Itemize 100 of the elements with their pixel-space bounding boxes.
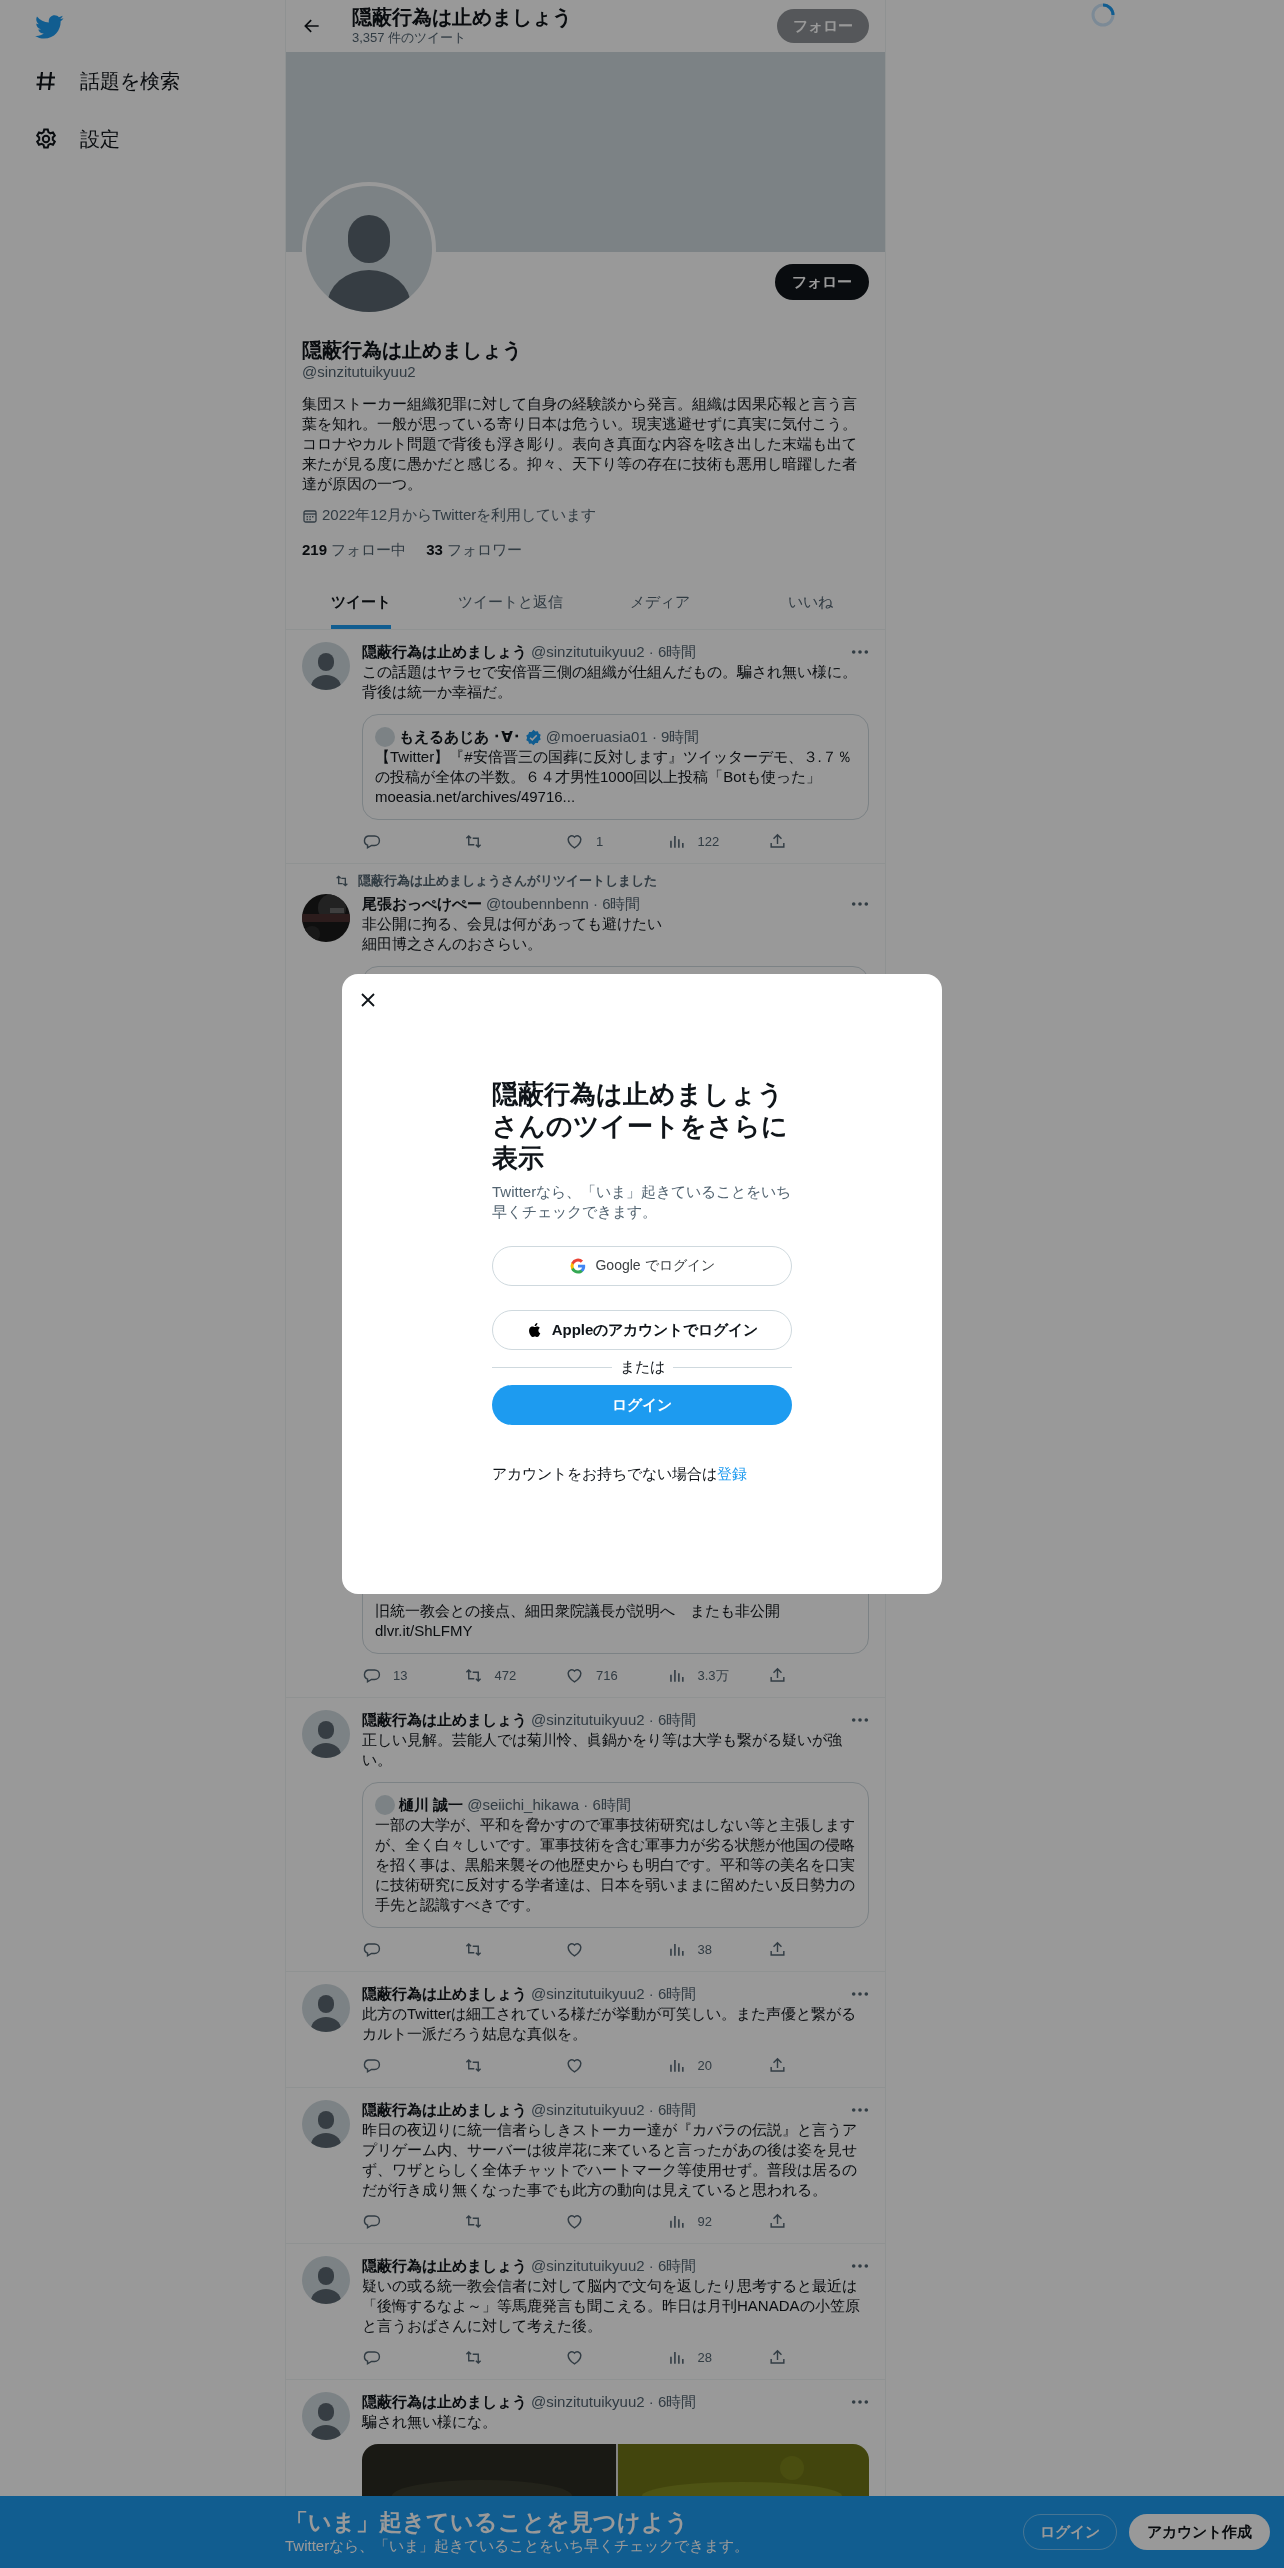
retweet-icon[interactable] xyxy=(463,2056,483,2075)
quoted-text: 一部の大学が、平和を脅かすので軍事技術研究はしない等と主張しますが、全く白々しいです。軍事技術を含む軍事力が劣る状態が他国の侵略を招く事は、黒船来襲その他歴史からも明白です。平和等の美名を口実に技術研究に反対する学者達は、日本を弱いままに留めたい反日勢力の手先と認識すべきです。 xyxy=(375,1815,856,1915)
sign-in-button[interactable]: Appleのアカウントでログイン xyxy=(492,1310,792,1350)
author-name[interactable]: 尾張おっぺけぺー xyxy=(362,894,482,914)
profile-name: 隠蔽行為は止めましょう xyxy=(302,338,523,362)
tweet-text: 細田博之さんのおさらい。 xyxy=(362,934,543,954)
google-g-icon xyxy=(569,1257,588,1275)
quoted-tweet[interactable]: 樋川 誠一 @seiichi_hikawa · 6時間 一部の大学が、平和を脅かすので軍事技術研究はしない等と主張しますが、全く白々しいです。軍事技術を含む軍事力が劣る状態が他国の侵略を招く事は、黒船来襲その他歴史からも明白です。平和等の美名を口実に技術研究に反対する学者達は、日本を弱いままに留めたい反日勢力の手先と認識すべきです。 xyxy=(362,1782,869,1928)
profile-tab[interactable]: ツイート xyxy=(330,576,391,629)
view-count: 3.3万 xyxy=(697,1666,729,1685)
retweet-icon[interactable] xyxy=(463,1940,483,1959)
more-icon[interactable] xyxy=(851,2107,869,2113)
reply-icon[interactable] xyxy=(362,2056,381,2075)
avatar-icon[interactable] xyxy=(302,1710,350,1758)
following-link[interactable]: 219 フォロー中 xyxy=(302,541,407,560)
divider-label: または xyxy=(619,1358,665,1377)
profile-bio: 集団ストーカー組織犯罪に対して自身の経験談から発言。組織は因果応報と言う言葉を知れ。一般が思っている寄り日本は危うい。現実逃避せずに真実に気付こう。コロナやカルト問題で背後も浮き彫り。表向き真面な内容を呟き出した末端も出て来たが見る度に愚かだと感じる。抑々、天下り等の存在に技術も悪用し暗躍した者達が原因の一つ。 xyxy=(302,394,858,494)
heart-icon[interactable] xyxy=(565,2348,584,2367)
heart-icon[interactable] xyxy=(565,1940,584,1959)
sign-in-button[interactable]: Google でログイン xyxy=(492,1246,792,1286)
profile-tab[interactable]: ツイートと返信 xyxy=(458,576,564,629)
reply-icon[interactable] xyxy=(362,2212,381,2231)
loading-spinner-icon xyxy=(1090,2,1116,28)
avatar-icon[interactable] xyxy=(302,2100,350,2148)
heart-icon[interactable] xyxy=(565,2056,584,2075)
retweet-icon[interactable] xyxy=(463,832,483,851)
retweet-icon[interactable] xyxy=(463,2212,483,2231)
author-name: もえるあじあ ･∀･ xyxy=(399,727,521,747)
reply-icon[interactable] xyxy=(362,1940,381,1959)
profile-handle: @sinzitutuikyuu2 xyxy=(302,362,417,382)
author-meta: @seiichi_hikawa · 6時間 xyxy=(467,1795,631,1815)
more-icon[interactable] xyxy=(851,901,869,907)
like-count: 716 xyxy=(596,1668,618,1683)
share-icon[interactable] xyxy=(768,1940,787,1959)
view-count: 20 xyxy=(697,2058,712,2073)
more-icon[interactable] xyxy=(851,1717,869,1723)
profile-title: 隠蔽行為は止めましょう xyxy=(352,5,573,29)
avatar-icon xyxy=(375,1795,395,1815)
more-icon[interactable] xyxy=(851,1991,869,1997)
share-icon[interactable] xyxy=(768,2348,787,2367)
share-icon[interactable] xyxy=(768,2056,787,2075)
view-count: 122 xyxy=(697,834,720,849)
tweet-text: 此方のTwitterは細工されている様だが挙動が可笑しい。また声優と繋がるカルト一派だろう姑息な真似を。 xyxy=(362,2004,858,2044)
more-icon[interactable] xyxy=(851,2263,869,2269)
profile-tab[interactable]: いいね xyxy=(787,576,833,629)
retweet-note: 隠蔽行為は止めましょうさんがリツイートしました xyxy=(358,872,657,890)
heart-icon[interactable] xyxy=(565,832,584,851)
retweet-icon[interactable] xyxy=(463,2348,483,2367)
author-meta: @toubennbenn · 6時間 xyxy=(486,894,641,914)
settings-icon xyxy=(34,127,58,151)
sidebar-item[interactable]: 設定 xyxy=(34,120,120,158)
tweet-text: 騙され無い様にな。 xyxy=(362,2412,498,2432)
author-meta: @sinzitutuikyuu2 · 6時間 xyxy=(531,1710,697,1730)
dialog-title: 隠蔽行為は止めましょうさんのツイートをさらに表示 xyxy=(492,1078,789,1174)
reply-icon[interactable] xyxy=(362,1666,381,1685)
reply-icon[interactable] xyxy=(362,832,381,851)
share-icon[interactable] xyxy=(768,1666,787,1685)
author-meta: @sinzitutuikyuu2 · 6時間 xyxy=(531,2256,697,2276)
author-name[interactable]: 隠蔽行為は止めましょう xyxy=(362,2256,527,2276)
quoted-tweet[interactable]: もえるあじあ ･∀･ @moeruasia01 · 9時間 【Twitter】『#安倍晋三の国葬に反対します』ツイッターデモ、３.７％の投稿が全体の半数。６４才男性1000回以上投稿「Botも使った」 moeasia.net/archives/49716... xyxy=(362,714,869,820)
share-icon[interactable] xyxy=(768,2212,787,2231)
follow-button[interactable]: フォロー xyxy=(775,264,869,300)
retweet-count: 472 xyxy=(494,1668,517,1683)
banner-subtitle: Twitterなら、「いま」起きていることをいち早くチェックできます。 xyxy=(285,2536,750,2556)
dialog-subtitle: Twitterなら、「いま」起きていることをいち早くチェックできます。 xyxy=(492,1182,792,1222)
quoted-link[interactable]: moeasia.net/archives/49716... xyxy=(375,787,856,807)
signup-button[interactable]: アカウント作成 xyxy=(1129,2514,1270,2550)
author-meta: @sinzitutuikyuu2 · 6時間 xyxy=(531,2392,697,2412)
author-name[interactable]: 隠蔽行為は止めましょう xyxy=(362,642,527,662)
avatar-icon[interactable] xyxy=(302,1984,350,2032)
author-name[interactable]: 隠蔽行為は止めましょう xyxy=(362,2100,527,2120)
tweet-text: 正しい見解。芸能人では菊川怜、眞鍋かをり等は大学も繋がる疑いが強い。 xyxy=(362,1730,843,1770)
reply-count: 13 xyxy=(393,1668,408,1683)
author-name[interactable]: 隠蔽行為は止めましょう xyxy=(362,2392,527,2412)
retweet-icon[interactable] xyxy=(463,1666,483,1685)
reply-icon[interactable] xyxy=(362,2348,381,2367)
profile-tab[interactable]: メディア xyxy=(630,576,691,629)
avatar-icon[interactable] xyxy=(302,2256,350,2304)
author-meta: @sinzitutuikyuu2 · 6時間 xyxy=(531,2100,697,2120)
like-count: 1 xyxy=(596,834,604,849)
tweet-count: 3,357 件のツイート xyxy=(352,29,468,47)
tweet-text: 非公開に拘る、会見は何があっても避けたい xyxy=(362,914,663,934)
sidebar-item[interactable]: 話題を検索 xyxy=(34,62,180,100)
author-name[interactable]: 隠蔽行為は止めましょう xyxy=(362,1710,527,1730)
hashtag-icon xyxy=(34,69,58,93)
avatar-icon[interactable] xyxy=(302,642,350,690)
followers-link[interactable]: 33 フォロワー xyxy=(426,541,523,560)
avatar-icon[interactable] xyxy=(302,2392,350,2440)
quoted-link[interactable]: dlvr.it/ShLFMY xyxy=(375,1621,856,1641)
share-icon[interactable] xyxy=(768,832,787,851)
more-icon[interactable] xyxy=(851,649,869,655)
view-count: 38 xyxy=(697,1942,712,1957)
author-name[interactable]: 隠蔽行為は止めましょう xyxy=(362,1984,527,2004)
heart-icon[interactable] xyxy=(565,1666,584,1685)
author-name: 樋川 誠一 xyxy=(399,1795,464,1815)
signup-prompt: アカウントをお持ちでない場合は xyxy=(492,1465,717,1482)
view-count: 92 xyxy=(697,2214,712,2229)
heart-icon[interactable] xyxy=(565,2212,584,2231)
banner-title: 「いま」起きていることを見つけよう xyxy=(285,2508,690,2536)
more-icon[interactable] xyxy=(851,2399,869,2405)
